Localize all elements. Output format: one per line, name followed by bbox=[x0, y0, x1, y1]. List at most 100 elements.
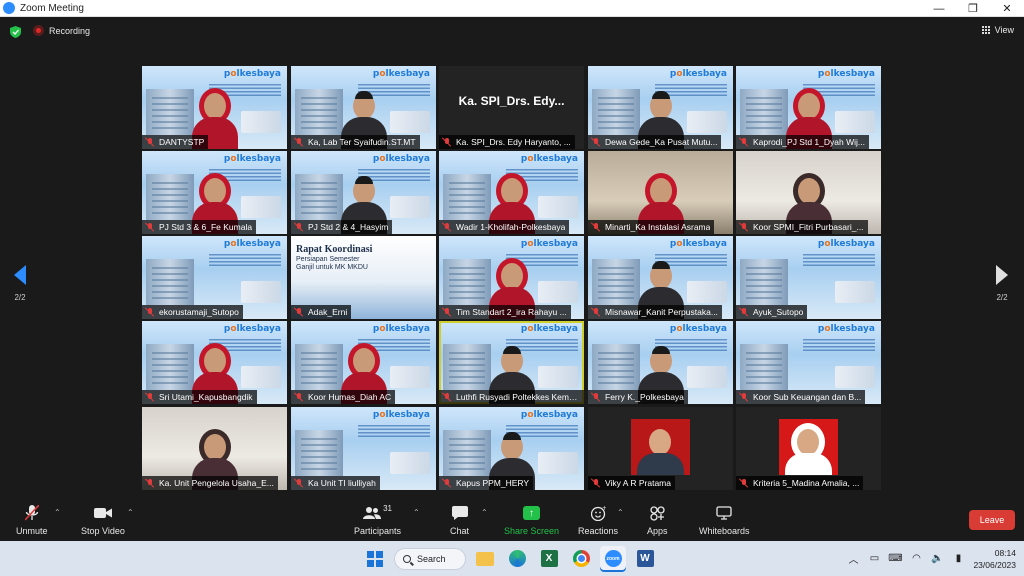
clock-time: 08:14 bbox=[994, 547, 1016, 558]
participants-button[interactable]: 31 Participants bbox=[354, 504, 401, 536]
mic-muted-icon bbox=[145, 392, 155, 402]
wifi-icon[interactable]: ◠ bbox=[910, 553, 922, 565]
mic-muted-icon bbox=[739, 478, 749, 488]
participant-tile[interactable]: polkesbaya Koor Humas_Diah AC bbox=[291, 321, 436, 404]
zoom-app-icon: zoom bbox=[604, 550, 622, 567]
edge-button[interactable] bbox=[504, 546, 530, 572]
participant-tile[interactable]: polkesbaya Misnawar_Kanit Perpustaka... bbox=[588, 236, 733, 319]
reactions-button[interactable]: + Reactions bbox=[578, 504, 618, 537]
participant-tile[interactable]: polkesbaya Dewa Gede_Ka Pusat Mutu... bbox=[588, 66, 733, 149]
taskbar-clock[interactable]: 08:14 23/06/2023 bbox=[973, 547, 1016, 571]
campus-building-image bbox=[146, 89, 194, 135]
mic-muted-icon bbox=[442, 392, 452, 402]
banner-sponsor-image bbox=[241, 196, 281, 218]
participant-name-tag: PJ Std 2 & 4_Hasyim bbox=[291, 220, 393, 234]
participant-tile[interactable]: polkesbaya Ka Unit TI liulliyah bbox=[291, 407, 436, 490]
chrome-icon bbox=[572, 550, 590, 567]
search-label: Search bbox=[417, 553, 446, 564]
participant-tile[interactable]: polkesbaya Sri Utami_Kapusbangdik bbox=[142, 321, 287, 404]
reactions-options-caret-icon[interactable]: ⌃ bbox=[617, 508, 624, 517]
taskbar-search[interactable]: Search bbox=[394, 547, 466, 570]
video-options-caret-icon[interactable]: ⌃ bbox=[127, 508, 134, 517]
previous-page-button[interactable]: 2/2 bbox=[10, 265, 30, 302]
participant-tile[interactable]: polkesbaya DANTYSTP bbox=[142, 66, 287, 149]
zoom-taskbar-button[interactable]: zoom bbox=[600, 545, 626, 572]
apps-icon bbox=[650, 504, 665, 522]
recording-indicator[interactable]: Recording bbox=[33, 25, 90, 36]
share-screen-label: Share Screen bbox=[504, 526, 560, 536]
audio-options-caret-icon[interactable]: ⌃ bbox=[54, 508, 61, 517]
start-button[interactable] bbox=[362, 546, 388, 572]
svg-text:+: + bbox=[602, 506, 606, 512]
participant-tile[interactable]: polkesbaya Ferry K._Polkesbaya bbox=[588, 321, 733, 404]
chat-options-caret-icon[interactable]: ⌃ bbox=[481, 508, 488, 517]
close-button[interactable]: ✕ bbox=[990, 0, 1024, 17]
participant-tile[interactable]: polkesbaya Kapus PPM_HERY bbox=[439, 407, 584, 490]
meet-now-icon[interactable]: ▭ bbox=[868, 553, 880, 565]
maximize-button[interactable]: ❐ bbox=[956, 0, 990, 17]
participant-tile[interactable]: polkesbaya Ayuk_Sutopo bbox=[736, 236, 881, 319]
participant-tile[interactable]: Kriteria 5_Madina Amalia, ... bbox=[736, 407, 881, 490]
mic-muted-icon bbox=[739, 392, 749, 402]
mic-muted-icon bbox=[591, 478, 601, 488]
participant-tile[interactable]: polkesbaya PJ Std 2 & 4_Hasyim bbox=[291, 151, 436, 234]
chat-button[interactable]: Chat bbox=[450, 504, 469, 536]
leave-button[interactable]: Leave bbox=[969, 510, 1015, 530]
participant-name-tag: Viky A R Pratama bbox=[588, 476, 675, 490]
participant-tile[interactable]: polkesbaya Luthfi Rusyadi Poltekkes Keme.… bbox=[439, 321, 584, 404]
participant-tile[interactable]: polkesbaya Koor Sub Keuangan dan B... bbox=[736, 321, 881, 404]
security-shield-icon[interactable] bbox=[10, 26, 21, 38]
participant-tile[interactable]: polkesbaya Tim Standart 2_ira Rahayu ... bbox=[439, 236, 584, 319]
share-screen-arrow-icon: ↑ bbox=[523, 506, 541, 520]
campus-building-image bbox=[295, 344, 343, 390]
file-explorer-button[interactable] bbox=[472, 546, 498, 572]
apps-button[interactable]: Apps bbox=[647, 504, 668, 536]
participant-tile[interactable]: polkesbaya Ka, Lab Ter Syaifudin.ST.MT bbox=[291, 66, 436, 149]
participant-tile[interactable]: Ka. SPI_Drs. Edy... Ka. SPI_Drs. Edy Hary… bbox=[439, 66, 584, 149]
participant-name-tag: Koor SPMI_Fitri Purbasari_... bbox=[736, 220, 868, 234]
banner-sponsor-image bbox=[687, 366, 727, 388]
chevron-up-icon[interactable]: ︿ bbox=[847, 553, 859, 566]
participant-tile[interactable]: polkesbaya PJ Std 3 & 6_Fe Kumala bbox=[142, 151, 287, 234]
participant-tile[interactable]: Ka. Unit Pengelola Usaha_E... bbox=[142, 407, 287, 490]
excel-button[interactable]: X bbox=[536, 546, 562, 572]
participant-tile[interactable]: Rapat Koordinasi Persiapan Semester Ganji… bbox=[291, 236, 436, 319]
battery-icon[interactable]: ▮ bbox=[952, 553, 964, 565]
banner-text-block bbox=[209, 252, 281, 266]
participants-options-caret-icon[interactable]: ⌃ bbox=[413, 508, 420, 517]
unmute-button[interactable]: Unmute bbox=[16, 504, 48, 536]
participants-label: Participants bbox=[354, 526, 402, 536]
participant-name: Ka. Unit Pengelola Usaha_E... bbox=[159, 478, 274, 488]
campus-building-image bbox=[592, 89, 640, 135]
next-page-button[interactable]: 2/2 bbox=[992, 265, 1012, 302]
word-button[interactable]: W bbox=[632, 546, 658, 572]
participant-name: Kaprodi_PJ Std 1_Dyah Wij... bbox=[753, 137, 865, 147]
view-label: View bbox=[994, 25, 1014, 35]
campus-building-image bbox=[443, 344, 491, 390]
participant-tile[interactable]: polkesbaya Wadir 1-Kholifah-Polkesbaya bbox=[439, 151, 584, 234]
banner-sponsor-image bbox=[835, 366, 875, 388]
speaker-icon[interactable]: 🔈 bbox=[931, 553, 943, 565]
participant-tile[interactable]: polkesbaya ekorustamaji_Sutopo bbox=[142, 236, 287, 319]
participant-tile[interactable]: Koor SPMI_Fitri Purbasari_... bbox=[736, 151, 881, 234]
participant-tile[interactable]: Viky A R Pratama bbox=[588, 407, 733, 490]
campus-building-image bbox=[146, 259, 194, 305]
polkesbaya-logo: polkesbaya bbox=[817, 239, 875, 249]
stop-video-button[interactable]: Stop Video bbox=[81, 504, 125, 536]
view-button[interactable]: View bbox=[981, 25, 1014, 35]
minimize-button[interactable]: — bbox=[922, 0, 956, 17]
share-screen-button[interactable]: ↑ Share Screen bbox=[504, 504, 559, 536]
participant-name: Tim Standart 2_ira Rahayu ... bbox=[456, 307, 567, 317]
participant-name-tag: Koor Sub Keuangan dan B... bbox=[736, 390, 866, 404]
whiteboards-button[interactable]: Whiteboards bbox=[699, 504, 750, 536]
profile-picture bbox=[631, 419, 690, 475]
participant-name-tag: DANTYSTP bbox=[142, 135, 209, 149]
participant-tile[interactable]: polkesbaya Kaprodi_PJ Std 1_Dyah Wij... bbox=[736, 66, 881, 149]
chrome-button[interactable] bbox=[568, 546, 594, 572]
participant-tile[interactable]: Minarti_Ka Instalasi Asrama bbox=[588, 151, 733, 234]
participant-name-tag: Ka. Unit Pengelola Usaha_E... bbox=[142, 476, 278, 490]
mic-muted-icon bbox=[591, 222, 601, 232]
clock-date: 23/06/2023 bbox=[973, 559, 1016, 570]
keyboard-icon[interactable]: ⌨ bbox=[888, 553, 902, 565]
campus-building-image bbox=[740, 259, 788, 305]
